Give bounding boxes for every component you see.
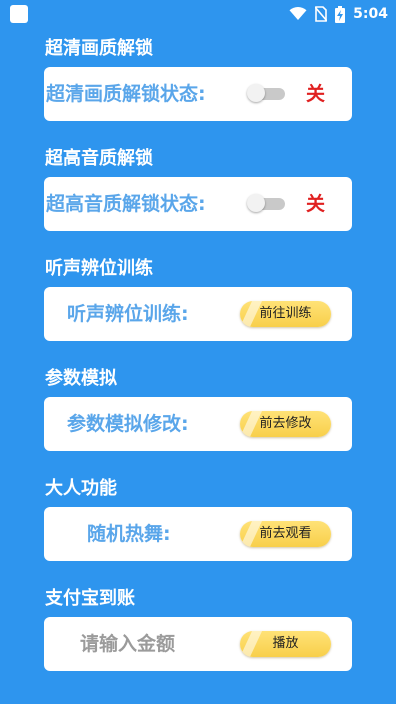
section-title-param-sim: 参数模拟 [45,368,117,389]
sound-training-label: 听声辨位训练: [67,303,189,325]
random-dance-label: 随机热舞: [87,523,171,545]
hd-unlock-toggle[interactable] [247,84,285,102]
hd-unlock-status-label: 超清画质解锁状态: [46,83,206,105]
hq-audio-status-label: 超高音质解锁状态: [46,193,206,215]
section-title-adult-features: 大人功能 [45,478,117,499]
play-button[interactable]: 播放 [240,631,331,657]
section-title-alipay-received: 支付宝到账 [45,588,135,609]
play-button-label: 播放 [272,636,299,651]
app-notification-icon [10,5,28,23]
hq-audio-state-text: 关 [306,193,326,215]
battery-charging-icon [335,5,346,23]
section-title-hq-audio-unlock: 超高音质解锁 [45,148,153,169]
section-title-hd-unlock: 超清画质解锁 [45,38,153,59]
go-modify-button-label: 前去修改 [259,416,312,431]
section-title-sound-training: 听声辨位训练 [45,258,153,279]
card-sound-training: 听声辨位训练: 前往训练 [44,287,352,341]
hd-unlock-state-text: 关 [306,83,326,105]
card-param-sim: 参数模拟修改: 前去修改 [44,397,352,451]
toggle-thumb [247,84,265,102]
card-hq-audio-unlock: 超高音质解锁状态: 关 [44,177,352,231]
go-watch-button[interactable]: 前去观看 [240,521,331,547]
no-sim-icon [315,6,328,22]
toggle-thumb [247,194,265,212]
status-icons: 5:04 [289,4,388,24]
go-training-button-label: 前往训练 [259,306,312,321]
go-training-button[interactable]: 前往训练 [240,301,331,327]
clock: 5:04 [353,6,388,22]
go-modify-button[interactable]: 前去修改 [240,411,331,437]
go-watch-button-label: 前去观看 [259,526,312,541]
card-alipay-received: 请输入金额 播放 [44,617,352,671]
card-hd-unlock: 超清画质解锁状态: 关 [44,67,352,121]
status-bar: 5:04 [0,0,396,28]
hq-audio-toggle[interactable] [247,194,285,212]
card-adult-features: 随机热舞: 前去观看 [44,507,352,561]
amount-input[interactable]: 请输入金额 [80,617,175,671]
param-sim-label: 参数模拟修改: [67,413,189,435]
wifi-icon [289,7,307,20]
